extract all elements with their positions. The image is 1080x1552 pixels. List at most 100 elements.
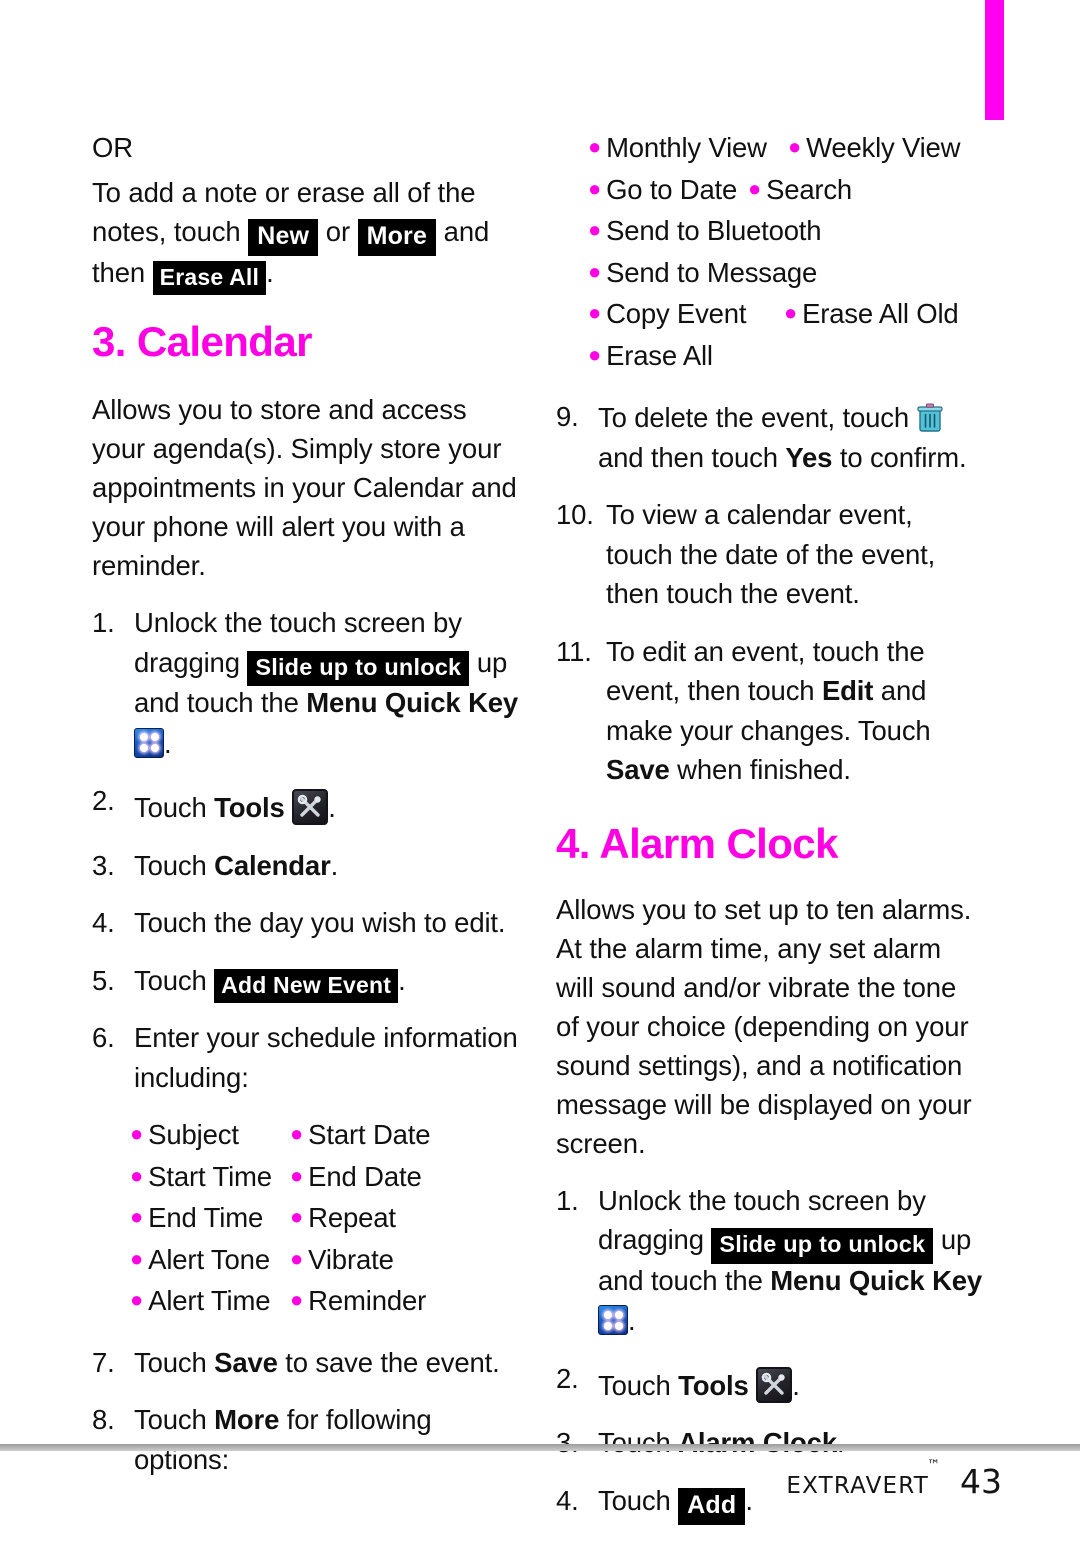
slide-up-to-unlock-key-badge[interactable]: Slide up to unlock	[247, 650, 470, 686]
step-number: 1.	[92, 607, 115, 638]
new-key-badge[interactable]: New	[248, 219, 319, 256]
step-number: 2.	[556, 1362, 579, 1394]
schedule-field-alert-tone: Alert Tone	[148, 1243, 270, 1275]
note-instruction-conj: or	[325, 216, 351, 247]
more-option-send-to-bluetooth: Send to Bluetooth	[606, 215, 822, 246]
schedule-field-end-date: End Date	[308, 1160, 422, 1192]
schedule-field-alert-time: Alert Time	[148, 1285, 271, 1316]
step-text-c: .	[330, 849, 339, 881]
step-text-a: Touch	[598, 1484, 671, 1516]
bullet-icon: ●	[290, 1204, 304, 1229]
bullet-icon: ●	[290, 1162, 304, 1188]
step-text-a: Enter your schedule information includin…	[134, 1022, 518, 1093]
step-text-a: Touch	[134, 849, 207, 881]
step-number: 7.	[92, 1346, 115, 1378]
right-column: ● Monthly View ● Weekly View ● Go to Date ● Se…	[556, 128, 986, 1540]
tools-icon[interactable]	[756, 1366, 793, 1403]
schedule-field-start-date: Start Date	[308, 1119, 431, 1150]
step-bold-yes: Yes	[785, 441, 833, 473]
more-option-go-to-date: Go to Date	[606, 173, 738, 205]
step-text-a: To view a calendar event, touch the date…	[606, 499, 936, 609]
bullet-icon: ●	[784, 300, 798, 325]
step-bold-menu-quick-key: Menu Quick Key	[306, 687, 519, 718]
tools-icon[interactable]	[292, 789, 329, 825]
add-key-badge[interactable]: Add	[678, 1487, 746, 1525]
trash-icon[interactable]	[916, 403, 943, 433]
step-number: 1.	[556, 1184, 579, 1216]
calendar-step-8: 8. Touch More for following options:	[92, 1400, 522, 1479]
step-text-a: Touch	[134, 1346, 207, 1378]
list-item: ● Copy Event ● Erase All Old	[588, 294, 986, 336]
add-new-event-key-badge[interactable]: Add New Event	[214, 968, 399, 1003]
step-bold-save: Save	[606, 754, 670, 785]
more-option-send-to-message: Send to Message	[606, 256, 818, 288]
calendar-step-10: 10. To view a calendar event, touch the d…	[556, 495, 986, 614]
list-item: ● Alert Tone ● Vibrate	[130, 1240, 522, 1282]
step-bold-edit: Edit	[821, 675, 874, 706]
schedule-field-subject: Subject	[148, 1119, 239, 1150]
list-item: ● Go to Date ● Search	[588, 170, 986, 212]
step-bold-alarm-clock: Alarm Clock	[678, 1427, 837, 1458]
bullet-icon: ●	[290, 1245, 304, 1271]
bullet-icon: ●	[130, 1204, 144, 1229]
step-number: 9.	[556, 401, 579, 432]
step-number: 3.	[92, 849, 115, 881]
step-bold-save: Save	[214, 1346, 278, 1378]
calendar-step-4: 4. Touch the day you wish to edit.	[92, 903, 522, 943]
alarm-clock-heading: 4. Alarm Clock	[556, 819, 838, 867]
step-number: 4.	[92, 907, 115, 938]
step-text-a: Touch	[134, 792, 207, 823]
bullet-icon: ●	[588, 217, 602, 242]
bullet-icon: ●	[588, 134, 602, 159]
calendar-description: Allows you to store and access your agen…	[92, 394, 517, 581]
calendar-step-2: 2. Touch Tools .	[92, 781, 522, 828]
step-number: 10.	[556, 499, 594, 530]
erase-all-key-badge[interactable]: Erase All	[152, 261, 267, 295]
step-text-c: to confirm.	[839, 441, 967, 473]
list-item: ● Subject ● Start Date	[130, 1115, 522, 1157]
bullet-icon: ●	[748, 175, 762, 201]
step-bold-tools: Tools	[678, 1369, 749, 1401]
bullet-icon: ●	[290, 1121, 304, 1146]
list-item: ● Start Time ● End Date	[130, 1157, 522, 1199]
step-text-a: Touch the day you wish to edit.	[134, 907, 506, 938]
step-text-a: To edit an event, touch the event, then …	[606, 635, 925, 707]
more-option-copy-event: Copy Event	[606, 298, 747, 329]
step-text-c: .	[745, 1484, 753, 1516]
menu-quick-key-icon[interactable]	[598, 1305, 628, 1335]
schedule-field-vibrate: Vibrate	[308, 1243, 394, 1275]
step-number: 2.	[92, 785, 115, 816]
bullet-icon: ●	[130, 1287, 144, 1312]
step-text-b: to save the event.	[285, 1346, 500, 1378]
list-item: ● Monthly View ● Weekly View	[588, 128, 986, 170]
bullet-icon: ●	[788, 134, 802, 159]
bullet-icon: ●	[130, 1121, 144, 1146]
step-text-c: when finished.	[677, 754, 851, 785]
step-text-c: .	[836, 1427, 845, 1458]
schedule-field-start-time: Start Time	[148, 1160, 272, 1192]
schedule-field-reminder: Reminder	[308, 1285, 427, 1316]
bullet-icon: ●	[290, 1287, 304, 1312]
step-number: 3.	[556, 1427, 579, 1458]
step-text-c: .	[628, 1305, 636, 1336]
manual-page: OR To add a note or erase all of the not…	[0, 0, 1080, 1525]
step-number: 11.	[556, 635, 592, 667]
step-number: 4.	[556, 1484, 579, 1516]
step-text-c: .	[328, 792, 336, 823]
step-bold-calendar: Calendar	[214, 849, 331, 881]
schedule-field-repeat: Repeat	[308, 1202, 396, 1233]
schedule-fields-list: ● Subject ● Start Date ● Start Time ● End Date…	[92, 1115, 522, 1323]
calendar-step-7: 7. Touch Save to save the event.	[92, 1343, 522, 1383]
slide-up-to-unlock-key-badge[interactable]: Slide up to unlock	[711, 1228, 934, 1264]
step-number: 8.	[92, 1404, 115, 1435]
or-label: OR	[92, 132, 134, 163]
step-bold-more: More	[214, 1404, 280, 1435]
more-key-badge[interactable]: More	[357, 219, 437, 256]
brand-logo: Extravert™	[786, 1458, 940, 1501]
step-text-a: Touch	[134, 1404, 207, 1435]
menu-quick-key-icon[interactable]	[134, 727, 164, 758]
calendar-step-5: 5. Touch Add New Event.	[92, 961, 522, 1003]
note-instruction-period: .	[266, 257, 274, 288]
bullet-icon: ●	[588, 258, 602, 284]
alarm-step-2: 2. Touch Tools .	[556, 1359, 986, 1406]
